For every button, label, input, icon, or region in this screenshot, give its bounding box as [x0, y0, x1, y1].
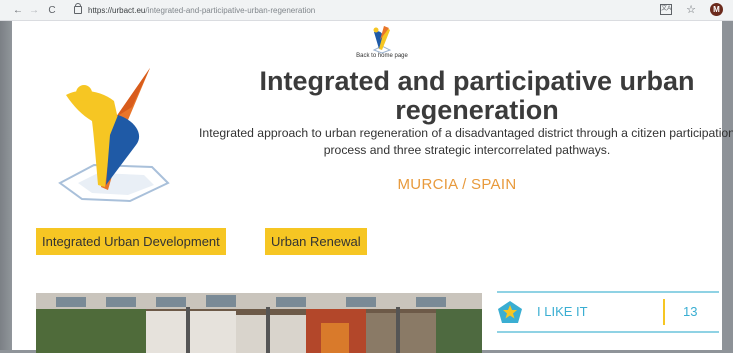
reload-button[interactable]: C [46, 5, 58, 16]
address-bar[interactable]: https://urbact.eu/integrated-and-partici… [88, 6, 315, 15]
page-title: Integrated and participative urban regen… [259, 66, 695, 125]
tag-integrated-urban-development[interactable]: Integrated Urban Development [36, 228, 226, 255]
lock-icon[interactable] [74, 3, 82, 14]
bookmark-star-icon[interactable]: ☆ [686, 3, 696, 16]
project-logo-icon [58, 68, 170, 203]
back-button[interactable]: ← [12, 5, 24, 16]
project-description: Integrated approach to urban regeneratio… [199, 126, 733, 157]
profile-avatar[interactable]: M [710, 3, 723, 16]
like-divider [663, 299, 665, 325]
like-count: 13 [683, 304, 698, 319]
like-button[interactable]: I LIKE IT [537, 304, 588, 319]
browser-toolbar: ← → C https://urbact.eu/integrated-and-p… [0, 0, 733, 21]
url-domain: https://urbact.eu [88, 5, 146, 15]
toolbar-actions: 文A ☆ M [660, 3, 723, 16]
like-widget: I LIKE IT 13 [497, 291, 719, 333]
forward-button[interactable]: → [28, 5, 40, 16]
project-photo [36, 293, 482, 353]
url-path: /integrated-and-participative-urban-rege… [145, 5, 316, 15]
back-to-home-link[interactable]: Back to home page [312, 53, 452, 59]
home-logo-icon[interactable] [370, 24, 394, 54]
like-star-icon[interactable] [497, 300, 523, 324]
page-content: Back to home page Integrated and partici… [12, 21, 733, 353]
tag-urban-renewal[interactable]: Urban Renewal [265, 228, 367, 255]
translate-icon[interactable]: 文A [660, 4, 673, 15]
project-location: MURCIA / SPAIN [397, 176, 517, 193]
